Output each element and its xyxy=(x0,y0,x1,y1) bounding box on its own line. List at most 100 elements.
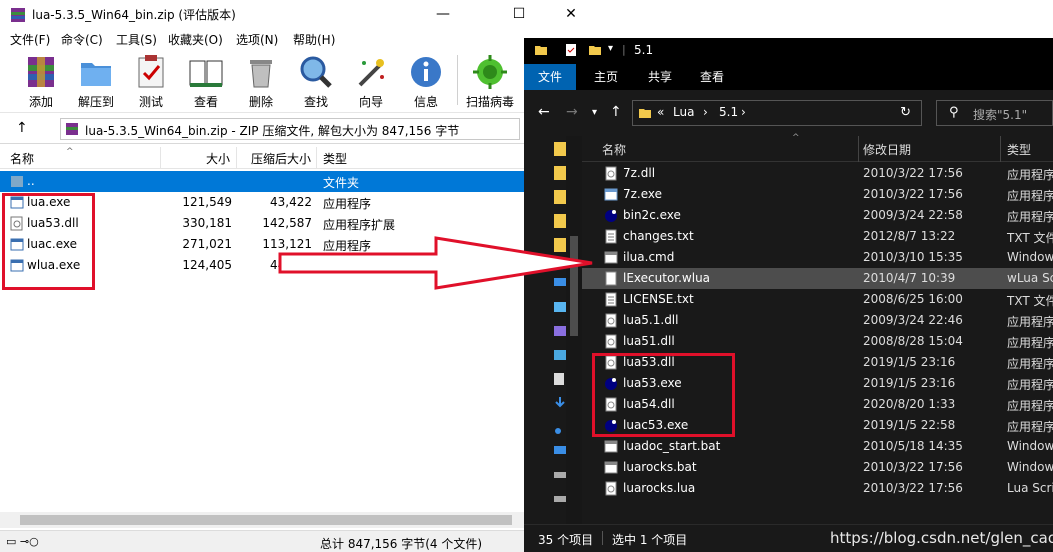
table-row[interactable]: lua51.dll 2008/8/28 15:04 应用程序 xyxy=(582,331,1053,352)
winrar-menubar: 文件(F) 命令(C) 工具(S) 收藏夹(O) 选项(N) 帮助(H) xyxy=(0,29,524,49)
menu-command[interactable]: 命令(C) xyxy=(61,31,103,48)
downloads-icon[interactable] xyxy=(554,396,566,410)
file-packed-size: 43,422 xyxy=(270,195,312,209)
music-icon[interactable] xyxy=(554,420,566,434)
file-name: lua5.1.dll xyxy=(623,313,679,327)
sort-caret-icon: ^ xyxy=(66,147,74,157)
wizard-button[interactable]: 向导 xyxy=(343,53,399,111)
up-arrow-icon[interactable]: ↑ xyxy=(16,120,28,136)
menu-tools[interactable]: 工具(S) xyxy=(116,31,157,48)
breadcrumb-sep[interactable]: › xyxy=(741,105,746,119)
col-name[interactable]: 名称 xyxy=(10,150,34,167)
menu-file[interactable]: 文件(F) xyxy=(10,31,50,48)
trash-icon xyxy=(250,60,272,88)
videos-icon[interactable] xyxy=(554,324,566,338)
parent-folder-row[interactable]: .. 文件夹 xyxy=(0,171,524,192)
arrow-annotation xyxy=(278,236,593,290)
properties-icon[interactable] xyxy=(564,43,578,57)
search-box[interactable]: ⚲ 搜索"5.1" xyxy=(936,100,1053,126)
forward-arrow-icon[interactable]: → xyxy=(566,104,578,120)
table-row[interactable]: luarocks.lua 2010/3/22 17:56 Lua Scri xyxy=(582,478,1053,499)
tab-share[interactable]: 共享 xyxy=(634,64,686,90)
table-row[interactable]: ilua.cmd 2010/3/10 15:35 Window xyxy=(582,247,1053,268)
delete-button[interactable]: 删除 xyxy=(233,53,289,111)
winrar-toolbar: 添加 解压到 测试 查看 删除 查找 向导 信息 扫描病毒 xyxy=(0,49,524,113)
new-folder-icon[interactable] xyxy=(588,43,602,57)
navigation-scrollbar[interactable] xyxy=(566,136,582,524)
drive-icon[interactable] xyxy=(554,492,566,506)
table-row[interactable]: bin2c.exe 2009/3/24 22:58 应用程序 xyxy=(582,205,1053,226)
search-placeholder: 搜索"5.1" xyxy=(973,108,1028,122)
scrollbar-thumb[interactable] xyxy=(20,515,512,525)
col-date[interactable]: 修改日期 xyxy=(863,141,911,158)
menu-favorites[interactable]: 收藏夹(O) xyxy=(168,31,223,48)
view-button[interactable]: 查看 xyxy=(178,53,234,111)
table-row[interactable]: LICENSE.txt 2008/6/25 16:00 TXT 文件 xyxy=(582,289,1053,310)
menu-options[interactable]: 选项(N) xyxy=(236,31,278,48)
file-name: luarocks.bat xyxy=(623,460,697,474)
documents-icon[interactable] xyxy=(554,372,566,386)
find-button[interactable]: 查找 xyxy=(288,53,344,111)
sort-caret-icon: ^ xyxy=(792,133,800,143)
table-row[interactable]: 7z.dll 2010/3/22 17:56 应用程序 xyxy=(582,163,1053,184)
test-button[interactable]: 测试 xyxy=(123,53,179,111)
file-date: 2019/1/5 22:58 xyxy=(863,418,956,432)
table-row[interactable]: luadoc_start.bat 2010/5/18 14:35 Window xyxy=(582,436,1053,457)
up-arrow-icon[interactable]: ↑ xyxy=(610,104,622,120)
file-type: 应用程序 xyxy=(1007,336,1053,350)
table-row[interactable]: lua5.1.dll 2009/3/24 22:46 应用程序 xyxy=(582,310,1053,331)
scan-virus-button[interactable]: 扫描病毒 xyxy=(462,53,518,111)
breadcrumb-5-1[interactable]: 5.1 xyxy=(719,105,738,119)
info-button[interactable]: 信息 xyxy=(398,53,454,111)
archive-path-field[interactable]: lua-5.3.5_Win64_bin.zip - ZIP 压缩文件, 解包大小… xyxy=(60,118,520,140)
tab-file[interactable]: 文件 xyxy=(524,64,577,90)
file-type: TXT 文件 xyxy=(1007,231,1053,245)
minimize-button[interactable]: — xyxy=(420,0,466,29)
file-date: 2020/8/20 1:33 xyxy=(863,397,956,411)
col-packed[interactable]: 压缩后大小 xyxy=(251,150,311,167)
explorer-column-header: ^ 名称 修改日期 类型 xyxy=(582,133,1053,162)
quick-access-folder-icon[interactable] xyxy=(554,166,566,180)
extract-to-button[interactable]: 解压到 xyxy=(68,53,124,111)
horizontal-scrollbar[interactable] xyxy=(0,512,524,528)
quick-access-folder-icon[interactable] xyxy=(554,142,566,156)
view-book-icon xyxy=(189,60,223,87)
maximize-button[interactable]: ☐ xyxy=(496,0,542,29)
magic-wand-icon xyxy=(358,59,384,87)
table-row[interactable]: 7z.exe 2010/3/22 17:56 应用程序 xyxy=(582,184,1053,205)
quick-access-folder-icon[interactable] xyxy=(554,190,566,204)
back-arrow-icon[interactable]: ← xyxy=(538,104,550,120)
status-total: 总计 847,156 字节(4 个文件) xyxy=(320,537,483,551)
drive-icon[interactable] xyxy=(554,468,566,482)
breadcrumb-overflow[interactable]: « xyxy=(657,105,664,119)
test-clipboard-icon xyxy=(138,55,164,88)
col-type[interactable]: 类型 xyxy=(323,150,347,167)
folder-icon xyxy=(639,109,651,118)
address-bar[interactable]: « Lua › 5.1 › ↻ xyxy=(632,100,922,126)
chevron-down-icon[interactable]: ▾ xyxy=(608,43,622,57)
refresh-icon[interactable]: ↻ xyxy=(900,105,911,120)
desktop-icon[interactable] xyxy=(554,444,566,458)
col-type[interactable]: 类型 xyxy=(1007,141,1031,158)
item-count: 35 个项目 xyxy=(538,533,594,547)
explorer-nav: ← → ▾ ↑ « Lua › 5.1 › ↻ ⚲ 搜索"5.1" xyxy=(524,90,1053,136)
menu-help[interactable]: 帮助(H) xyxy=(293,31,335,48)
close-button[interactable]: ✕ xyxy=(548,0,594,29)
breadcrumb-sep[interactable]: › xyxy=(703,105,708,119)
table-row[interactable]: luarocks.bat 2010/3/22 17:56 Window xyxy=(582,457,1053,478)
quick-access-folder-icon[interactable] xyxy=(554,214,566,228)
col-name[interactable]: 名称 xyxy=(602,141,626,158)
3d-objects-icon[interactable] xyxy=(554,300,566,314)
pictures-icon[interactable] xyxy=(554,348,566,362)
tab-view[interactable]: 查看 xyxy=(686,64,738,90)
folder-up-icon xyxy=(11,176,23,187)
file-packed-size: 142,587 xyxy=(262,216,312,230)
col-size[interactable]: 大小 xyxy=(206,150,230,167)
table-row[interactable]: changes.txt 2012/8/7 13:22 TXT 文件 xyxy=(582,226,1053,247)
recent-chevron-icon[interactable]: ▾ xyxy=(592,107,597,118)
breadcrumb-lua[interactable]: Lua xyxy=(673,105,694,119)
add-button[interactable]: 添加 xyxy=(13,53,69,111)
file-type: Window xyxy=(1007,250,1053,264)
selected-table-row[interactable]: lExecutor.wlua 2010/4/7 10:39 wLua Sc xyxy=(582,268,1053,289)
tab-home[interactable]: 主页 xyxy=(580,64,632,90)
